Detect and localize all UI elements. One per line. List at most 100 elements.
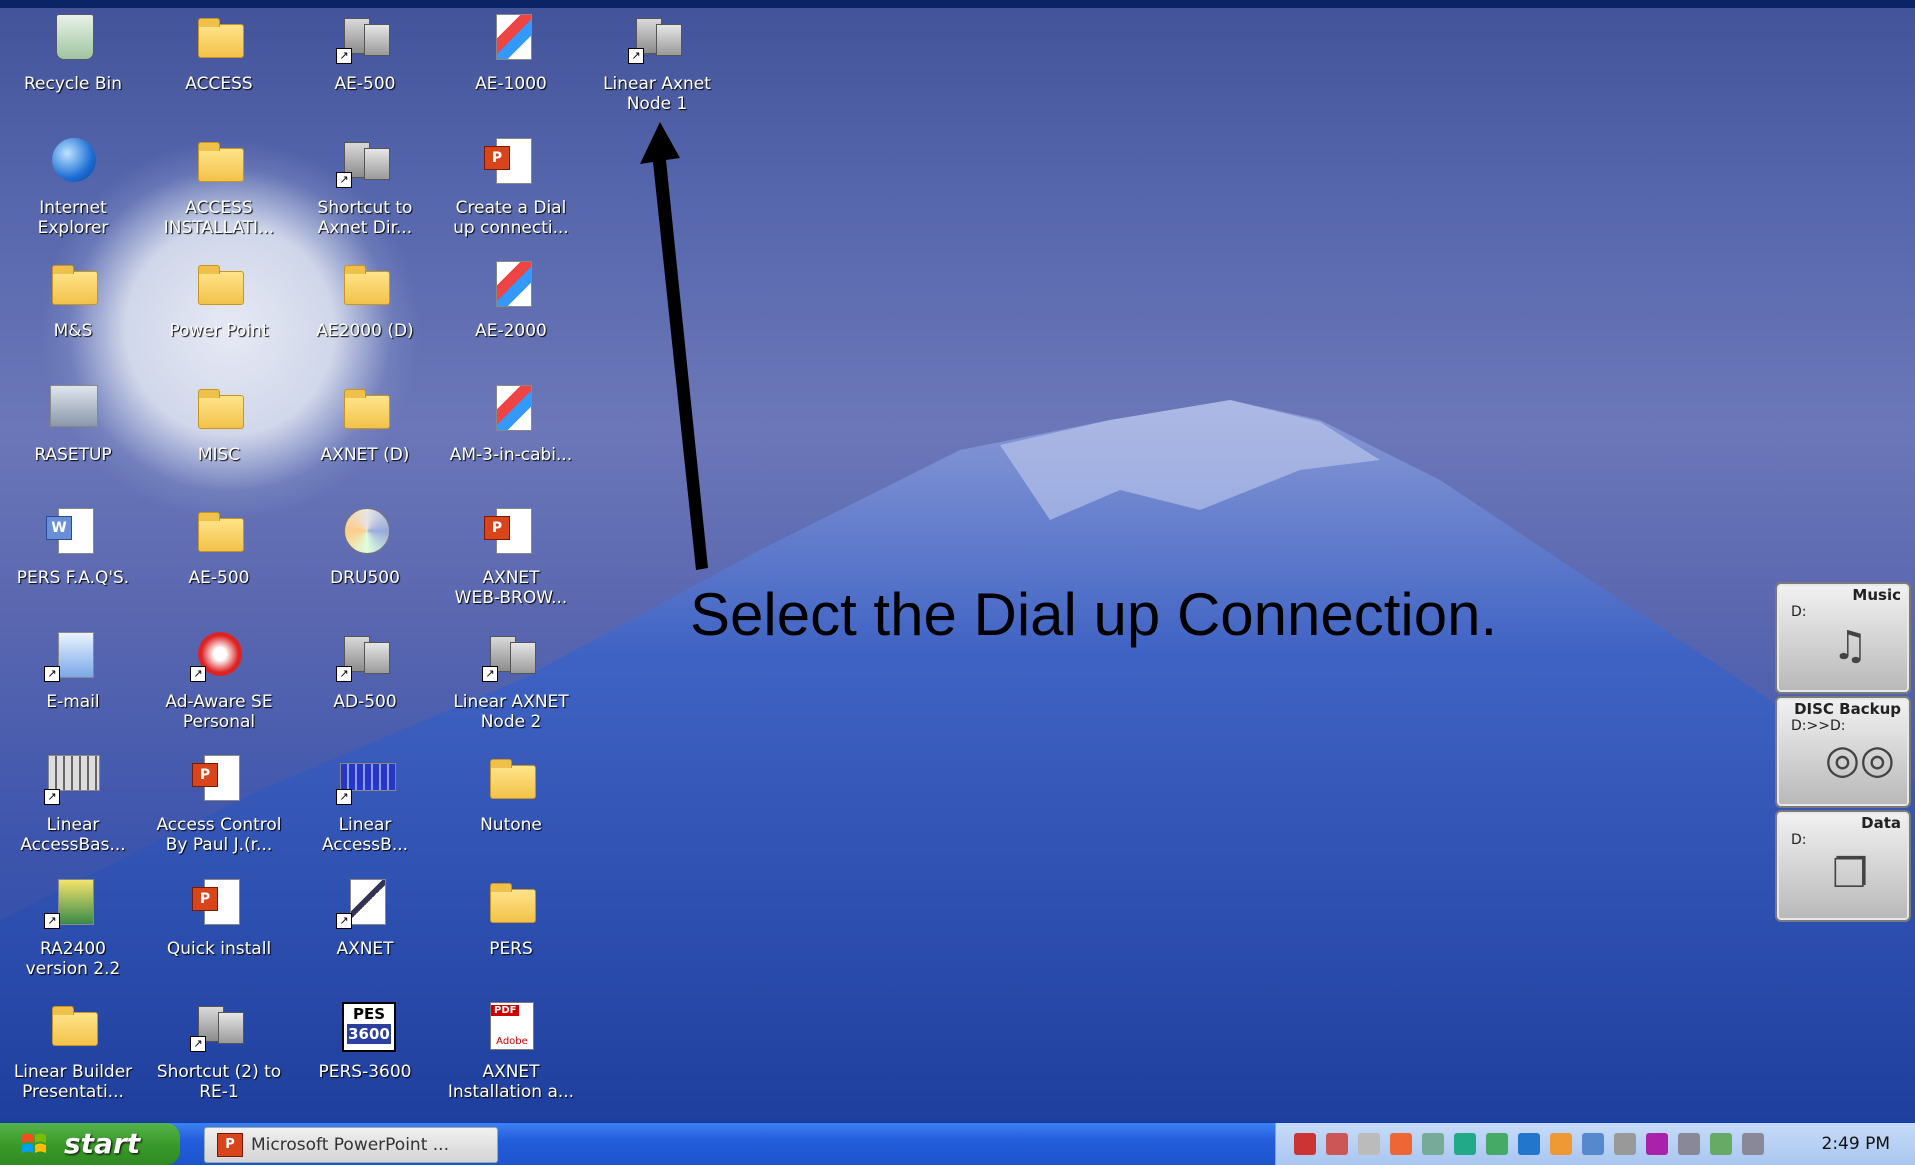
clock[interactable]: 2:49 PM: [1822, 1123, 1891, 1165]
desktop-icon-label: PERS F.A.Q'S.: [16, 568, 130, 588]
desktop-icon-label: Access Control By Paul J.(r...: [156, 815, 282, 855]
desktop-icon-ae2000-d[interactable]: AE2000 (D): [292, 255, 438, 341]
desktop-icon-linear-builder-presentati[interactable]: Linear Builder Presentati...: [0, 996, 146, 1102]
desktop-icon-ae-2000[interactable]: AE-2000: [438, 255, 584, 341]
disc-icon: ◎◎: [1825, 737, 1895, 783]
network-shortcut-icon: ↗: [336, 138, 394, 188]
desktop-icon-label: RA2400 version 2.2: [25, 938, 121, 979]
desktop-icon-linear-accessbas[interactable]: ↗ Linear AccessBas...: [0, 749, 146, 855]
desktop-icon-label: Linear Axnet Node 1: [603, 74, 711, 114]
desktop-icon-access[interactable]: ACCESS: [146, 8, 292, 94]
desktop-icon-axnet[interactable]: ↗ AXNET: [292, 873, 438, 959]
taskbar: start P Microsoft PowerPoint ... 2:49 PM: [0, 1122, 1915, 1165]
start-button[interactable]: start: [0, 1123, 180, 1165]
desktop-icon-label: Nutone: [480, 815, 542, 835]
desktop-icon-axnet-web-brow[interactable]: P AXNET WEB-BROW...: [438, 502, 584, 608]
ra2400-icon: ↗: [44, 878, 102, 929]
desktop-icon-label: Create a Dial up connecti...: [453, 197, 569, 238]
desktop-icon-ad-500[interactable]: ↗ AD-500: [292, 626, 438, 712]
start-label: start: [64, 1127, 141, 1160]
desktop-icon-label: DRU500: [330, 568, 400, 588]
device-icon[interactable]: [1742, 1133, 1764, 1155]
desktop-icon-misc[interactable]: MISC: [146, 379, 292, 465]
app-tray-icon[interactable]: [1454, 1133, 1476, 1155]
keypad-icon: ↗: [44, 755, 102, 805]
desktop-icon-power-point[interactable]: Power Point: [146, 255, 292, 341]
powerpoint-document-icon: P: [190, 755, 248, 805]
desktop-icon-label: AXNET Installation a...: [447, 1062, 575, 1102]
desktop-icon-label: Power Point: [169, 321, 269, 341]
ae-app-icon: [482, 14, 540, 64]
desktop-icon-pers[interactable]: PERS: [438, 873, 584, 959]
desktop-icon-ae-500[interactable]: AE-500: [146, 502, 292, 588]
app-tray-icon[interactable]: [1646, 1133, 1668, 1155]
network-shortcut-icon: ↗: [336, 632, 394, 682]
desktop-icon-am-3-in-cabi[interactable]: AM-3-in-cabi...: [438, 379, 584, 465]
monitor-icon[interactable]: [1518, 1133, 1540, 1155]
desktop-icon-ra2400-version-2-2[interactable]: ↗ RA2400 version 2.2: [0, 873, 146, 979]
folder-icon: [44, 261, 102, 311]
desktop-icon-label: Quick install: [166, 938, 272, 959]
axnet-shortcut-icon: ↗: [336, 878, 394, 929]
desktop-icon-ad-aware-se-personal[interactable]: ↗ Ad-Aware SE Personal: [146, 626, 292, 732]
desktop-icon-label: Linear AXNET Node 2: [453, 691, 569, 732]
desktop-icon-access-installati[interactable]: ACCESS INSTALLATI...: [146, 132, 292, 238]
folder-icon: [190, 261, 248, 311]
annotation-text: Select the Dial up Connection.: [690, 581, 1498, 648]
desktop-icon-create-a-dial-up-connecti[interactable]: P Create a Dial up connecti...: [438, 132, 584, 238]
desktop-icon-rasetup[interactable]: RASETUP: [0, 379, 146, 465]
desktop-icon-pers-f-a-q-s[interactable]: W PERS F.A.Q'S.: [0, 502, 146, 588]
taskbar-button-powerpoint[interactable]: P Microsoft PowerPoint ...: [204, 1127, 498, 1163]
desktop[interactable]: Recycle Bin ACCESS ↗ AE-500 AE-1000 ↗ Linear A…: [0, 0, 1915, 1122]
folder-icon: [336, 261, 394, 311]
spark-icon[interactable]: [1550, 1133, 1572, 1155]
desktop-icon-linear-axnet-node-2[interactable]: ↗ Linear AXNET Node 2: [438, 626, 584, 732]
desktop-icon-label: AXNET (D): [320, 444, 410, 465]
network-shortcut-icon: ↗: [190, 1002, 248, 1052]
fire-icon[interactable]: [1390, 1133, 1412, 1155]
desktop-icon-dru500[interactable]: DRU500: [292, 502, 438, 588]
desktop-icon-label: ACCESS INSTALLATI...: [163, 197, 275, 238]
powerpoint-document-icon: P: [190, 878, 248, 929]
music-widget[interactable]: Music D: ♫: [1775, 582, 1911, 694]
printer-icon[interactable]: [1358, 1133, 1380, 1155]
desktop-icon-label: Shortcut to Axnet Dir...: [317, 197, 413, 238]
desktop-icon-ae-1000[interactable]: AE-1000: [438, 8, 584, 94]
powerpoint-document-icon: P: [482, 137, 540, 188]
desktop-icon-ae-500[interactable]: ↗ AE-500: [292, 8, 438, 94]
desktop-icon-axnet-d[interactable]: AXNET (D): [292, 379, 438, 465]
pes-3600-icon: PES 3600: [336, 1002, 396, 1052]
network-disconnected-icon[interactable]: [1294, 1133, 1316, 1155]
magnifier-icon[interactable]: [1582, 1133, 1604, 1155]
desktop-icon-pers-3600[interactable]: PES 3600 PERS-3600: [292, 996, 438, 1082]
desktop-icon-quick-install[interactable]: P Quick install: [146, 873, 292, 959]
network-disconnected-icon[interactable]: [1326, 1133, 1348, 1155]
desktop-icon-internet-explorer[interactable]: Internet Explorer: [0, 132, 146, 238]
disc-backup-widget-title: DISC Backup: [1794, 700, 1901, 718]
desktop-icon-recycle-bin[interactable]: Recycle Bin: [0, 8, 146, 94]
desktop-icon-nutone[interactable]: Nutone: [438, 749, 584, 835]
desktop-icon-label: AE-500: [188, 568, 250, 588]
desktop-icon-m-s[interactable]: M&S: [0, 255, 146, 341]
data-widget[interactable]: Data D: ❐: [1775, 810, 1911, 922]
desktop-icon-linear-axnet-node-1[interactable]: ↗ Linear Axnet Node 1: [584, 8, 730, 114]
satellite-icon[interactable]: [1614, 1133, 1636, 1155]
desktop-icon-access-control-by-paul-j-r[interactable]: P Access Control By Paul J.(r...: [146, 749, 292, 855]
globe-icon[interactable]: [1486, 1133, 1508, 1155]
network-icon[interactable]: [1422, 1133, 1444, 1155]
data-widget-drive: D:: [1791, 832, 1807, 848]
taskbar-button-label: Microsoft PowerPoint ...: [251, 1135, 449, 1155]
desktop-icon-label: AE-2000: [475, 321, 547, 341]
shield-icon[interactable]: [1678, 1133, 1700, 1155]
ae-app-icon: [482, 384, 540, 435]
app-tray-icon[interactable]: [1710, 1133, 1732, 1155]
pdf-icon: PDF Adobe: [482, 1002, 540, 1052]
desktop-icon-axnet-installation-a[interactable]: PDF Adobe AXNET Installation a...: [438, 996, 584, 1102]
desktop-icon-e-mail[interactable]: ↗ E-mail: [0, 626, 146, 712]
desktop-icon-shortcut-2-to-re-1[interactable]: ↗ Shortcut (2) to RE-1: [146, 996, 292, 1102]
disc-backup-widget[interactable]: DISC Backup D:>>D: ◎◎: [1775, 696, 1911, 808]
desktop-icon-label: PERS-3600: [318, 1062, 412, 1082]
desktop-icon-linear-accessb[interactable]: ↗ Linear AccessB...: [292, 749, 438, 855]
desktop-icon-shortcut-to-axnet-dir[interactable]: ↗ Shortcut to Axnet Dir...: [292, 132, 438, 238]
desktop-icon-label: Ad-Aware SE Personal: [165, 691, 273, 732]
